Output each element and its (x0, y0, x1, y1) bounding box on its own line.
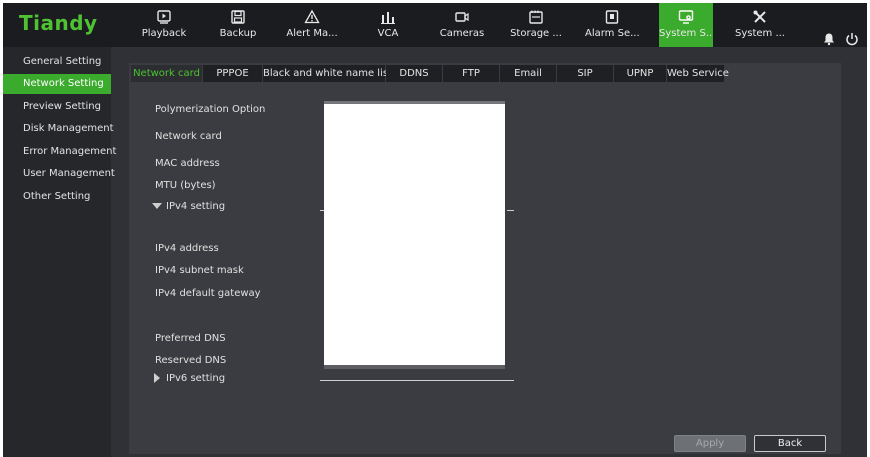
camera-icon (454, 9, 470, 25)
sidebar-item-user-management[interactable]: User Management (3, 164, 115, 184)
dropdown-footer (324, 365, 505, 369)
mtu-label: MTU (bytes) (155, 180, 216, 191)
nav-storage[interactable]: Storage ... (509, 3, 563, 47)
nav-label: Alert Ma... (286, 28, 338, 39)
bell-icon[interactable] (822, 31, 836, 46)
sidebar-item-disk-management[interactable]: Disk Management (3, 119, 114, 139)
system-settings-icon (678, 9, 694, 25)
nav-label: Storage ... (510, 28, 562, 39)
tab-ddns[interactable]: DDNS (386, 65, 443, 82)
dropdown-list[interactable] (324, 104, 505, 366)
nav-label: System ... (734, 28, 785, 39)
tab-black-white-name-list[interactable]: Black and white name list (263, 65, 392, 82)
nav-system-tools[interactable]: System ... (733, 3, 787, 47)
vca-icon (380, 9, 396, 25)
nav-label: Backup (219, 28, 257, 39)
tab-web-service[interactable]: Web Service (667, 65, 729, 82)
tab-pppoe[interactable]: PPPOE (203, 65, 263, 82)
alarm-icon (604, 9, 620, 25)
storage-icon (528, 9, 544, 25)
alert-icon (304, 9, 320, 25)
apply-button[interactable]: Apply (674, 435, 746, 452)
nav-alarm-settings[interactable]: Alarm Se... (585, 3, 639, 47)
network-card-label: Network card (155, 131, 222, 142)
nav-label: Playback (141, 28, 187, 39)
ipv4-setting-toggle[interactable]: IPv4 setting (152, 201, 225, 212)
nav-label: Alarm Se... (585, 28, 639, 39)
tab-ftp[interactable]: FTP (443, 65, 500, 82)
power-icon[interactable] (845, 31, 859, 46)
system-tools-icon (752, 9, 768, 25)
nav-label: System S... (659, 28, 713, 39)
back-button[interactable]: Back (754, 435, 826, 452)
ipv6-setting-label: IPv6 setting (166, 373, 226, 384)
nav-playback[interactable]: Playback (137, 3, 191, 47)
ipv4-address-label: IPv4 address (155, 243, 219, 254)
sidebar-item-error-management[interactable]: Error Management (3, 142, 116, 162)
nav-cameras[interactable]: Cameras (435, 3, 489, 47)
sidebar-item-network-setting[interactable]: Network Setting (3, 74, 111, 94)
ipv4-setting-label: IPv4 setting (166, 201, 226, 212)
settings-sidebar: General Setting Network Setting Preview … (3, 47, 116, 457)
mac-address-label: MAC address (155, 158, 220, 169)
reserved-dns-label: Reserved DNS (155, 355, 227, 366)
playback-icon (156, 9, 172, 25)
expand-right-icon (154, 373, 160, 383)
nav-vca[interactable]: VCA (361, 3, 415, 47)
ipv4-default-gateway-label: IPv4 default gateway (155, 288, 261, 299)
tab-network-card[interactable]: Network card (131, 65, 203, 82)
nav-label: VCA (377, 28, 399, 39)
brand-logo: Tiandy (19, 11, 98, 35)
nav-backup[interactable]: Backup (211, 3, 265, 47)
ipv6-separator (320, 380, 514, 381)
sidebar-item-general-setting[interactable]: General Setting (3, 52, 111, 72)
expand-down-icon (152, 203, 162, 209)
nav-alert-management[interactable]: Alert Ma... (285, 3, 339, 47)
polymerization-option-label: Polymerization Option (155, 104, 266, 115)
tab-sip[interactable]: SIP (557, 65, 614, 82)
sidebar-item-preview-setting[interactable]: Preview Setting (3, 97, 111, 117)
ipv4-separator-right (507, 210, 514, 211)
preferred-dns-label: Preferred DNS (155, 333, 226, 344)
ipv6-setting-toggle[interactable]: IPv6 setting (154, 373, 225, 384)
tab-email[interactable]: Email (500, 65, 557, 82)
nav-label: Cameras (439, 28, 485, 39)
tab-upnp[interactable]: UPNP (614, 65, 667, 82)
ipv4-subnet-mask-label: IPv4 subnet mask (155, 265, 244, 276)
backup-icon (230, 9, 246, 25)
nav-system-settings[interactable]: System S... (659, 3, 713, 47)
sidebar-item-other-setting[interactable]: Other Setting (3, 187, 111, 207)
top-navigation-bar: Tiandy Playback Backup Alert Ma... VCA C… (3, 3, 867, 47)
